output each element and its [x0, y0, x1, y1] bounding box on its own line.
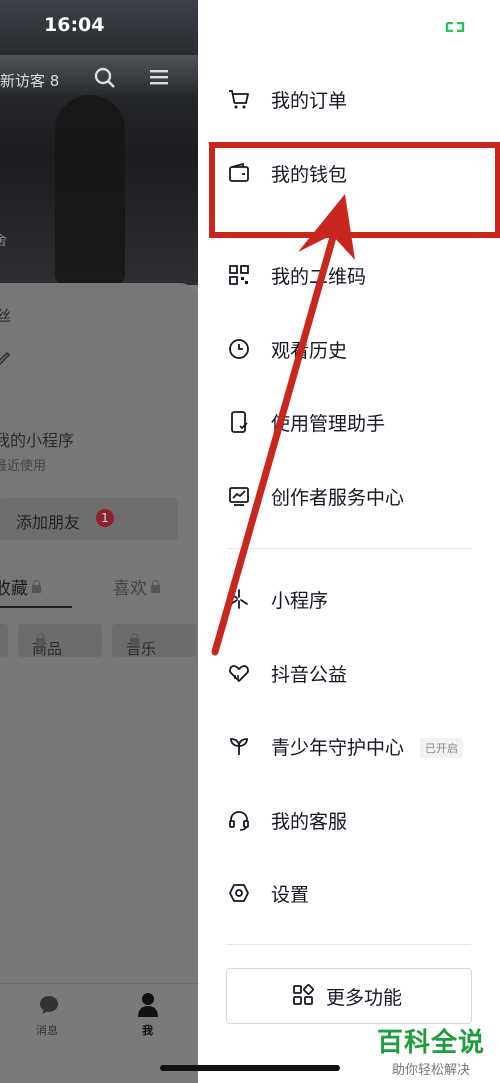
chip-music[interactable]: 音乐 [112, 624, 196, 658]
me-icon[interactable] [136, 992, 160, 1018]
lock-icon [130, 633, 139, 646]
lock-icon [151, 580, 160, 593]
follower-fragment: 丝 [0, 307, 12, 325]
grid-icon [293, 984, 314, 1005]
menu-item-teen-protection[interactable]: 青少年守护中心 已开启 [198, 719, 500, 775]
nav-messages[interactable]: 消息 [36, 1022, 58, 1038]
menu-item-label: 抖音公益 [271, 664, 348, 686]
my-mini-program[interactable]: 我的小程序 [0, 427, 74, 451]
cover-figure [55, 95, 125, 285]
menu-item-my-orders[interactable]: 我的订单 [198, 72, 500, 128]
cart-icon [229, 90, 249, 109]
menu-icon[interactable] [148, 66, 170, 88]
watermark-title: 百科全说 [376, 1028, 485, 1058]
sprout-icon [230, 738, 248, 755]
more-features-button[interactable]: 更多功能 [226, 968, 472, 1024]
menu-item-label: 我的客服 [271, 811, 348, 833]
menu-item-label: 设置 [271, 884, 310, 906]
profile-cover-image [0, 0, 198, 285]
watermark-subtitle: 助你轻松解决 [391, 1063, 470, 1078]
add-friend-button[interactable]: 添加朋友 1 [0, 498, 178, 540]
menu-item-label: 青少年守护中心 [271, 737, 405, 759]
edit-icon[interactable] [0, 348, 12, 366]
headset-icon [229, 811, 249, 831]
profile-panel-dimmed[interactable]: 16:04 新访客 8 舍 丝 我的小程序 最近使用 添加朋友 1 收藏 喜欢 … [0, 0, 198, 1083]
tab-likes-label: 喜欢 [113, 579, 147, 599]
battery-icon [445, 22, 465, 32]
new-visitors[interactable]: 新访客 8 [0, 70, 59, 91]
nav-me[interactable]: 我 [142, 1022, 153, 1038]
annotation-arrow-icon [211, 194, 355, 656]
tab-likes[interactable]: 喜欢 [113, 574, 160, 599]
status-badge: 已开启 [420, 738, 463, 758]
menu-item-settings[interactable]: 设置 [198, 866, 500, 922]
status-time: 16:04 [44, 14, 105, 36]
profile-fragment: 舍 [0, 234, 8, 249]
lock-icon [32, 580, 41, 593]
home-indicator [160, 1065, 340, 1071]
tab-favorites[interactable]: 收藏 [0, 574, 41, 599]
more-features-label: 更多功能 [326, 987, 403, 1009]
message-icon[interactable] [37, 993, 61, 1017]
chip-goods[interactable]: 商品 [18, 624, 102, 658]
lock-icon [36, 633, 45, 646]
menu-item-label: 我的订单 [271, 90, 348, 112]
tab-favorites-label: 收藏 [0, 579, 28, 599]
add-friend-badge: 1 [96, 509, 114, 527]
watermark: 百科全说 助你轻松解决 [372, 1022, 490, 1078]
tab-underline [0, 606, 72, 608]
chip-partial[interactable] [0, 624, 8, 657]
menu-divider [227, 944, 471, 945]
recently-used: 最近使用 [0, 459, 47, 474]
settings-icon [229, 884, 249, 902]
search-icon[interactable] [93, 66, 117, 90]
menu-item-customer-service[interactable]: 我的客服 [198, 793, 500, 849]
heart-hand-icon [229, 665, 249, 683]
add-friend-label: 添加朋友 [16, 513, 81, 532]
